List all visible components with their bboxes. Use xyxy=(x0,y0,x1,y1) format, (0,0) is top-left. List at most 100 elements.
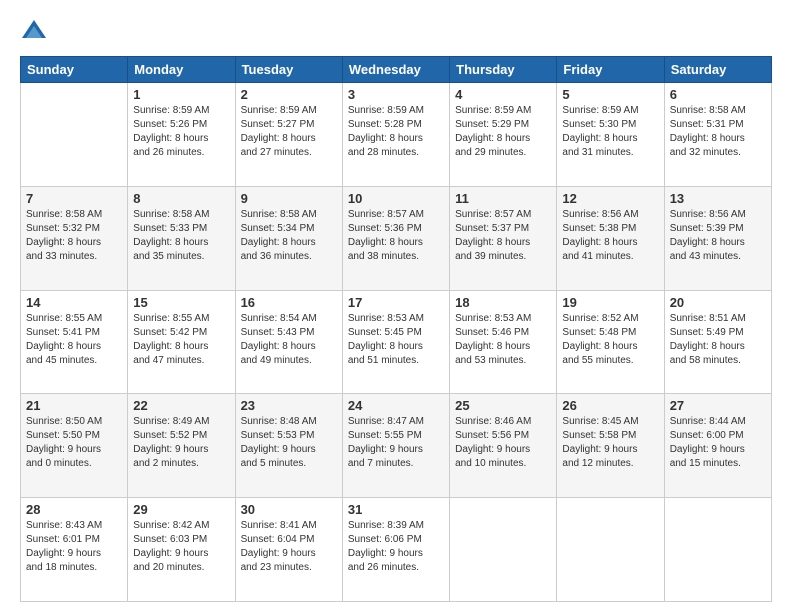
day-info: Sunrise: 8:59 AM Sunset: 5:28 PM Dayligh… xyxy=(348,104,444,160)
day-number: 18 xyxy=(455,295,551,310)
day-number: 14 xyxy=(26,295,122,310)
day-info: Sunrise: 8:51 AM Sunset: 5:49 PM Dayligh… xyxy=(670,312,766,368)
day-number: 5 xyxy=(562,87,658,102)
calendar-cell: 2 Sunrise: 8:59 AM Sunset: 5:27 PM Daylig… xyxy=(235,83,342,187)
day-number: 20 xyxy=(670,295,766,310)
calendar-cell: 16 Sunrise: 8:54 AM Sunset: 5:43 PM Dayli… xyxy=(235,290,342,394)
calendar-cell: 13Sunrise: 8:56 AM Sunset: 5:39 PM Dayli… xyxy=(664,186,771,290)
calendar-cell: 3 Sunrise: 8:59 AM Sunset: 5:28 PM Daylig… xyxy=(342,83,449,187)
calendar-cell: 19Sunrise: 8:52 AM Sunset: 5:48 PM Dayli… xyxy=(557,290,664,394)
calendar-cell: 20 Sunrise: 8:51 AM Sunset: 5:49 PM Dayli… xyxy=(664,290,771,394)
day-info: Sunrise: 8:59 AM Sunset: 5:29 PM Dayligh… xyxy=(455,104,551,160)
calendar-cell: 21 Sunrise: 8:50 AM Sunset: 5:50 PM Dayli… xyxy=(21,394,128,498)
calendar-cell: 8 Sunrise: 8:58 AM Sunset: 5:33 PM Daylig… xyxy=(128,186,235,290)
day-info: Sunrise: 8:59 AM Sunset: 5:26 PM Dayligh… xyxy=(133,104,229,160)
day-info: Sunrise: 8:59 AM Sunset: 5:27 PM Dayligh… xyxy=(241,104,337,160)
calendar-cell: 22 Sunrise: 8:49 AM Sunset: 5:52 PM Dayli… xyxy=(128,394,235,498)
day-info: Sunrise: 8:53 AM Sunset: 5:45 PM Dayligh… xyxy=(348,312,444,368)
day-info: Sunrise: 8:44 AM Sunset: 6:00 PM Dayligh… xyxy=(670,415,766,471)
calendar-cell: 6 Sunrise: 8:58 AM Sunset: 5:31 PM Daylig… xyxy=(664,83,771,187)
day-number: 26 xyxy=(562,398,658,413)
day-number: 28 xyxy=(26,502,122,517)
day-info: Sunrise: 8:56 AM Sunset: 5:38 PM Dayligh… xyxy=(562,208,658,264)
day-number: 2 xyxy=(241,87,337,102)
day-number: 30 xyxy=(241,502,337,517)
day-number: 6 xyxy=(670,87,766,102)
logo-icon xyxy=(20,18,48,46)
day-number: 25 xyxy=(455,398,551,413)
calendar-cell: 12 Sunrise: 8:56 AM Sunset: 5:38 PM Dayli… xyxy=(557,186,664,290)
day-info: Sunrise: 8:53 AM Sunset: 5:46 PM Dayligh… xyxy=(455,312,551,368)
calendar-cell: 4 Sunrise: 8:59 AM Sunset: 5:29 PM Daylig… xyxy=(450,83,557,187)
day-number: 1 xyxy=(133,87,229,102)
day-info: Sunrise: 8:45 AM Sunset: 5:58 PM Dayligh… xyxy=(562,415,658,471)
calendar-week-5: 28 Sunrise: 8:43 AM Sunset: 6:01 PM Dayli… xyxy=(21,498,772,602)
header-day-saturday: Saturday xyxy=(664,57,771,83)
calendar-cell: 28 Sunrise: 8:43 AM Sunset: 6:01 PM Dayli… xyxy=(21,498,128,602)
day-info: Sunrise: 8:56 AM Sunset: 5:39 PM Dayligh… xyxy=(670,208,766,264)
day-number: 29 xyxy=(133,502,229,517)
calendar-cell: 7Sunrise: 8:58 AM Sunset: 5:32 PM Daylig… xyxy=(21,186,128,290)
day-info: Sunrise: 8:57 AM Sunset: 5:37 PM Dayligh… xyxy=(455,208,551,264)
day-info: Sunrise: 8:55 AM Sunset: 5:42 PM Dayligh… xyxy=(133,312,229,368)
day-info: Sunrise: 8:41 AM Sunset: 6:04 PM Dayligh… xyxy=(241,519,337,575)
calendar-cell: 10Sunrise: 8:57 AM Sunset: 5:36 PM Dayli… xyxy=(342,186,449,290)
day-number: 16 xyxy=(241,295,337,310)
calendar-cell: 15 Sunrise: 8:55 AM Sunset: 5:42 PM Dayli… xyxy=(128,290,235,394)
day-info: Sunrise: 8:39 AM Sunset: 6:06 PM Dayligh… xyxy=(348,519,444,575)
day-number: 3 xyxy=(348,87,444,102)
day-number: 4 xyxy=(455,87,551,102)
day-info: Sunrise: 8:42 AM Sunset: 6:03 PM Dayligh… xyxy=(133,519,229,575)
calendar-week-3: 14Sunrise: 8:55 AM Sunset: 5:41 PM Dayli… xyxy=(21,290,772,394)
day-number: 8 xyxy=(133,191,229,206)
calendar-cell: 5Sunrise: 8:59 AM Sunset: 5:30 PM Daylig… xyxy=(557,83,664,187)
header-day-monday: Monday xyxy=(128,57,235,83)
calendar-header-row: SundayMondayTuesdayWednesdayThursdayFrid… xyxy=(21,57,772,83)
day-number: 12 xyxy=(562,191,658,206)
day-info: Sunrise: 8:54 AM Sunset: 5:43 PM Dayligh… xyxy=(241,312,337,368)
day-number: 17 xyxy=(348,295,444,310)
header-day-tuesday: Tuesday xyxy=(235,57,342,83)
calendar-cell: 17 Sunrise: 8:53 AM Sunset: 5:45 PM Dayli… xyxy=(342,290,449,394)
day-info: Sunrise: 8:58 AM Sunset: 5:33 PM Dayligh… xyxy=(133,208,229,264)
header xyxy=(20,18,772,46)
calendar-cell xyxy=(664,498,771,602)
header-day-friday: Friday xyxy=(557,57,664,83)
day-number: 10 xyxy=(348,191,444,206)
day-info: Sunrise: 8:50 AM Sunset: 5:50 PM Dayligh… xyxy=(26,415,122,471)
calendar-week-2: 7Sunrise: 8:58 AM Sunset: 5:32 PM Daylig… xyxy=(21,186,772,290)
day-info: Sunrise: 8:48 AM Sunset: 5:53 PM Dayligh… xyxy=(241,415,337,471)
calendar-week-1: 1 Sunrise: 8:59 AM Sunset: 5:26 PM Daylig… xyxy=(21,83,772,187)
header-day-thursday: Thursday xyxy=(450,57,557,83)
day-info: Sunrise: 8:46 AM Sunset: 5:56 PM Dayligh… xyxy=(455,415,551,471)
calendar-cell: 30 Sunrise: 8:41 AM Sunset: 6:04 PM Dayli… xyxy=(235,498,342,602)
day-number: 22 xyxy=(133,398,229,413)
calendar-cell: 23 Sunrise: 8:48 AM Sunset: 5:53 PM Dayli… xyxy=(235,394,342,498)
logo xyxy=(20,18,52,46)
day-number: 15 xyxy=(133,295,229,310)
day-number: 11 xyxy=(455,191,551,206)
day-info: Sunrise: 8:58 AM Sunset: 5:34 PM Dayligh… xyxy=(241,208,337,264)
day-number: 31 xyxy=(348,502,444,517)
calendar-cell: 24Sunrise: 8:47 AM Sunset: 5:55 PM Dayli… xyxy=(342,394,449,498)
calendar-cell xyxy=(557,498,664,602)
calendar-cell: 9 Sunrise: 8:58 AM Sunset: 5:34 PM Daylig… xyxy=(235,186,342,290)
calendar-week-4: 21 Sunrise: 8:50 AM Sunset: 5:50 PM Dayli… xyxy=(21,394,772,498)
header-day-wednesday: Wednesday xyxy=(342,57,449,83)
calendar-cell xyxy=(450,498,557,602)
calendar-cell: 31 Sunrise: 8:39 AM Sunset: 6:06 PM Dayli… xyxy=(342,498,449,602)
calendar-table: SundayMondayTuesdayWednesdayThursdayFrid… xyxy=(20,56,772,602)
day-number: 7 xyxy=(26,191,122,206)
day-info: Sunrise: 8:58 AM Sunset: 5:31 PM Dayligh… xyxy=(670,104,766,160)
day-info: Sunrise: 8:49 AM Sunset: 5:52 PM Dayligh… xyxy=(133,415,229,471)
day-number: 21 xyxy=(26,398,122,413)
day-info: Sunrise: 8:43 AM Sunset: 6:01 PM Dayligh… xyxy=(26,519,122,575)
calendar-cell: 29 Sunrise: 8:42 AM Sunset: 6:03 PM Dayli… xyxy=(128,498,235,602)
calendar-cell: 18 Sunrise: 8:53 AM Sunset: 5:46 PM Dayli… xyxy=(450,290,557,394)
day-number: 27 xyxy=(670,398,766,413)
day-number: 23 xyxy=(241,398,337,413)
day-info: Sunrise: 8:52 AM Sunset: 5:48 PM Dayligh… xyxy=(562,312,658,368)
calendar-cell: 25 Sunrise: 8:46 AM Sunset: 5:56 PM Dayli… xyxy=(450,394,557,498)
day-number: 9 xyxy=(241,191,337,206)
calendar-cell: 1 Sunrise: 8:59 AM Sunset: 5:26 PM Daylig… xyxy=(128,83,235,187)
